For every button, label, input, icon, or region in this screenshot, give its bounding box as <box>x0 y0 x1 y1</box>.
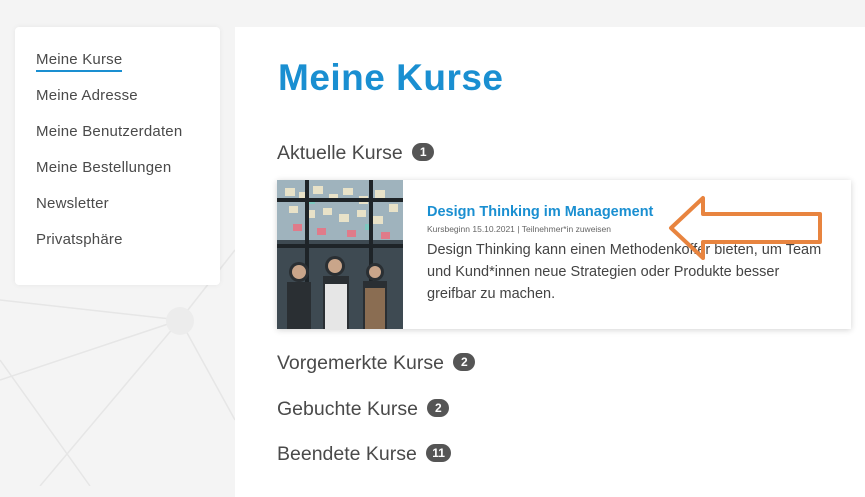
count-badge: 2 <box>453 352 476 371</box>
sidebar-item-privatsphaere[interactable]: Privatsphäre <box>36 231 123 248</box>
sidebar-item-meine-adresse[interactable]: Meine Adresse <box>36 87 138 104</box>
sidebar-item-meine-kurse[interactable]: Meine Kurse <box>36 51 123 72</box>
page-title: Meine Kurse <box>278 57 504 98</box>
sidebar-item-meine-benutzerdaten[interactable]: Meine Benutzerdaten <box>36 123 182 140</box>
section-label: Beendete Kurse <box>277 443 417 465</box>
section-label: Aktuelle Kurse <box>277 142 403 164</box>
sidebar-item-meine-bestellungen[interactable]: Meine Bestellungen <box>36 159 171 176</box>
account-sidebar: Meine Kurse Meine Adresse Meine Benutzer… <box>15 27 220 285</box>
count-badge: 11 <box>426 443 451 462</box>
section-label: Vorgemerkte Kurse <box>277 352 444 374</box>
section-vorgemerkte-kurse[interactable]: Vorgemerkte Kurse 2 <box>277 352 476 375</box>
course-photo-illustration <box>277 180 403 329</box>
annotation-arrow-icon <box>669 196 822 260</box>
assign-participant-link[interactable]: Teilnehmer*in zuweisen <box>522 224 611 234</box>
course-image[interactable] <box>277 180 403 329</box>
meta-separator: | <box>517 224 520 234</box>
main-content: Meine Kurse Aktuelle Kurse 1 Design Thin… <box>235 27 865 497</box>
count-badge: 1 <box>412 142 435 161</box>
course-start-date: Kursbeginn 15.10.2021 <box>427 224 515 234</box>
sidebar-item-newsletter[interactable]: Newsletter <box>36 195 109 212</box>
count-badge: 2 <box>427 398 450 417</box>
section-aktuelle-kurse[interactable]: Aktuelle Kurse 1 <box>277 142 435 165</box>
section-beendete-kurse[interactable]: Beendete Kurse 11 <box>277 443 451 466</box>
section-label: Gebuchte Kurse <box>277 398 418 420</box>
section-gebuchte-kurse[interactable]: Gebuchte Kurse 2 <box>277 398 450 421</box>
